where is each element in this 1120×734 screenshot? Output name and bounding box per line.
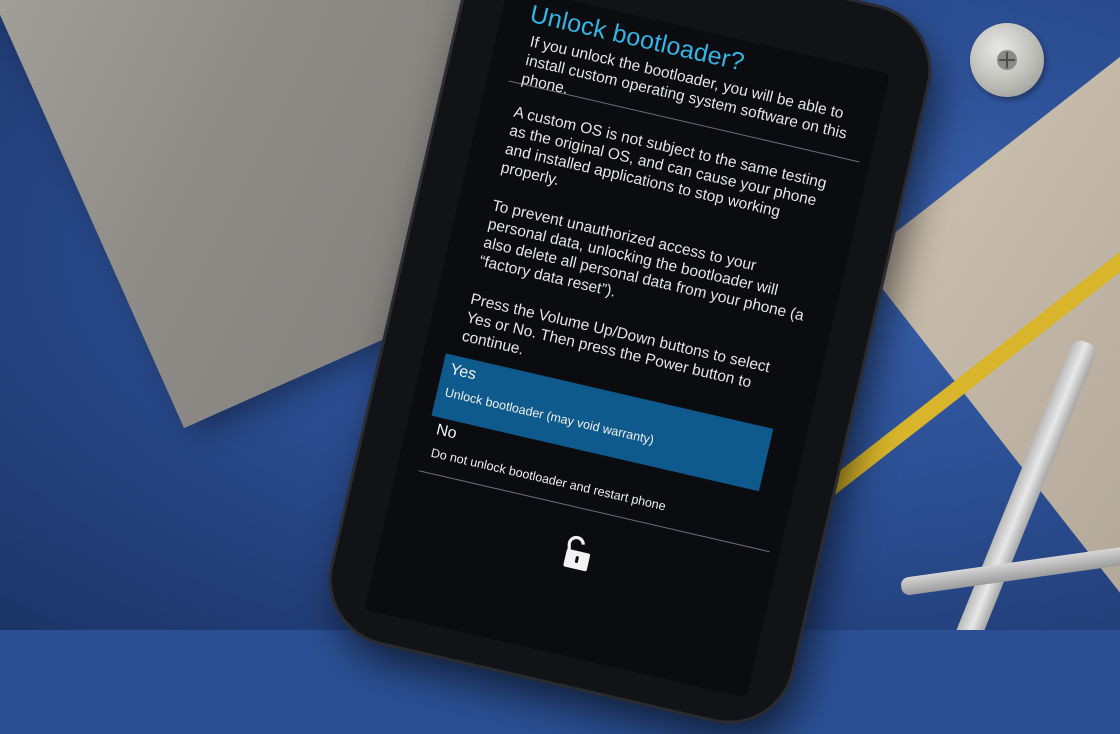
screw-slot-icon (997, 50, 1017, 70)
unlocked-padlock-icon (563, 535, 591, 572)
bootloader-dialog: Unlock bootloader? If you unlock the boo… (418, 0, 890, 572)
